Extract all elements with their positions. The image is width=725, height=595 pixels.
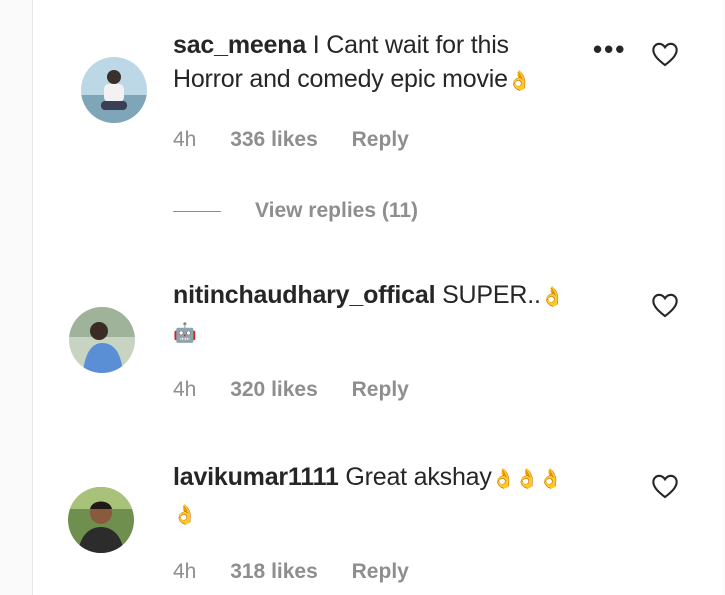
comment-body: SUPER.. [442, 281, 541, 309]
heart-outline-icon[interactable] [651, 41, 679, 67]
comment-text: nitinchaudhary_offical SUPER..👌 🤖 [173, 278, 564, 350]
heart-outline-icon[interactable] [651, 473, 679, 499]
comment-text: lavikumar1111 Great akshay👌👌👌 👌 [173, 460, 562, 532]
avatar-photo [68, 487, 134, 553]
comment-meta: 4h 320 likes Reply [173, 378, 437, 402]
avatar-photo [81, 57, 147, 123]
avatar[interactable] [69, 307, 135, 373]
comment-body: I Cant wait for this [312, 31, 509, 59]
reply-button[interactable]: Reply [352, 560, 409, 583]
ok-hand-emoji-icon: 👌👌👌 [491, 468, 563, 490]
comment-timestamp: 4h [173, 378, 197, 401]
comment-likes[interactable]: 336 likes [230, 128, 318, 151]
comment-likes[interactable]: 318 likes [230, 560, 318, 583]
ok-hand-emoji-icon: 👌 [173, 504, 197, 526]
comment-body: Great akshay [345, 463, 492, 491]
reply-button[interactable]: Reply [352, 378, 409, 401]
more-options-icon[interactable]: ••• [593, 36, 626, 62]
reply-button[interactable]: Reply [352, 128, 409, 151]
ok-hand-emoji-icon: 👌 [507, 70, 532, 92]
comment-username[interactable]: lavikumar1111 [173, 463, 339, 491]
comment-timestamp: 4h [173, 128, 197, 151]
heart-outline-icon[interactable] [651, 292, 679, 318]
view-replies-label: View replies (11) [255, 199, 419, 222]
avatar[interactable] [81, 57, 147, 123]
comments-panel: sac_meena I Cant wait for this Horror an… [32, 0, 723, 595]
comment-body-continued: Horror and comedy epic movie [173, 65, 508, 93]
comment-username[interactable]: sac_meena [173, 31, 306, 59]
comment-likes[interactable]: 320 likes [230, 378, 318, 401]
robot-emoji-icon: 🤖 [173, 322, 197, 344]
comment-meta: 4h 336 likes Reply [173, 128, 437, 152]
avatar[interactable] [68, 487, 134, 553]
comment-text: sac_meena I Cant wait for this Horror an… [173, 28, 532, 98]
replies-divider [173, 210, 221, 212]
comment-meta: 4h 318 likes Reply [173, 560, 437, 584]
view-replies-button[interactable]: View replies (11) [173, 198, 418, 224]
comment-username[interactable]: nitinchaudhary_offical [173, 281, 436, 309]
ok-hand-emoji-icon: 👌 [540, 286, 565, 308]
avatar-photo [69, 307, 135, 373]
comment-timestamp: 4h [173, 560, 197, 583]
